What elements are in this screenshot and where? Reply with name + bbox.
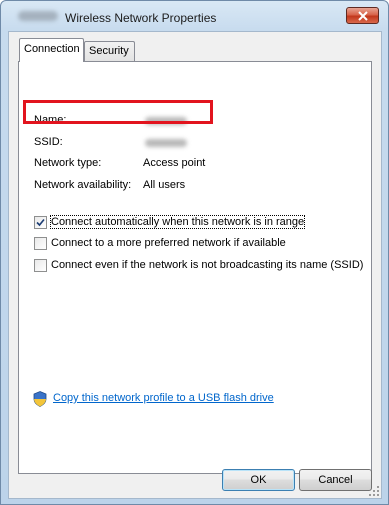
auto-connect-label[interactable]: Connect automatically when this network … bbox=[49, 215, 306, 229]
ssid-highlight-box bbox=[23, 100, 213, 124]
preferred-network-checkbox[interactable] bbox=[34, 237, 47, 250]
auto-connect-checkbox[interactable] bbox=[34, 216, 47, 229]
network-type-value: Access point bbox=[143, 157, 206, 169]
availability-label: Network availability: bbox=[34, 179, 132, 191]
copy-profile-link[interactable]: Copy this network profile to a USB flash… bbox=[53, 392, 274, 404]
dialog-client-area: Connection Security Name: SSID: Network … bbox=[8, 31, 382, 499]
shield-icon bbox=[33, 391, 47, 407]
redacted-ssid-value bbox=[145, 139, 187, 147]
connection-panel: Name: SSID: Network type: Access point N… bbox=[18, 61, 372, 474]
network-type-label: Network type: bbox=[34, 157, 102, 169]
preferred-network-label[interactable]: Connect to a more preferred network if a… bbox=[51, 237, 286, 249]
window-title: Wireless Network Properties bbox=[65, 11, 217, 25]
availability-value: All users bbox=[143, 179, 186, 191]
dialog-window: Wireless Network Properties Connection S… bbox=[0, 0, 389, 505]
close-icon bbox=[358, 11, 368, 21]
ssid-label: SSID: bbox=[34, 136, 63, 148]
title-bar[interactable]: Wireless Network Properties bbox=[1, 1, 388, 31]
hidden-ssid-checkbox[interactable] bbox=[34, 259, 47, 272]
tab-security[interactable]: Security bbox=[84, 41, 135, 61]
close-button[interactable] bbox=[346, 7, 379, 24]
ok-button[interactable]: OK bbox=[222, 469, 295, 491]
redacted-title-prefix bbox=[18, 11, 58, 21]
checkmark-icon bbox=[36, 218, 45, 227]
cancel-button[interactable]: Cancel bbox=[299, 469, 372, 491]
resize-grip-icon[interactable] bbox=[369, 486, 379, 496]
hidden-ssid-label[interactable]: Connect even if the network is not broad… bbox=[51, 259, 363, 271]
tab-connection[interactable]: Connection bbox=[19, 38, 84, 62]
